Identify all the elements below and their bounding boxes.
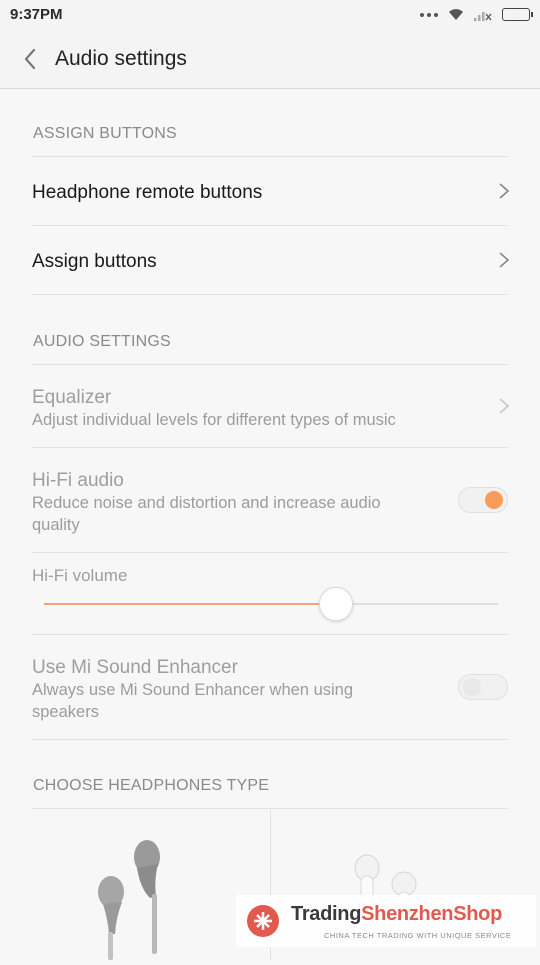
hifi-volume-label: Hi-Fi volume bbox=[32, 566, 128, 585]
status-time: 9:37PM bbox=[10, 6, 63, 23]
hifi-volume-item: Hi-Fi volume bbox=[0, 553, 540, 635]
hifi-audio-description: Reduce noise and distortion and increase… bbox=[32, 494, 381, 534]
brand-logo-icon bbox=[247, 905, 279, 937]
mi-sound-enhancer-label: Use Mi Sound Enhancer bbox=[32, 657, 238, 678]
battery-icon bbox=[502, 8, 533, 21]
brand-name-part2: ShenzhenShop bbox=[361, 903, 502, 925]
divider bbox=[32, 808, 508, 809]
assign-buttons-item[interactable]: Assign buttons bbox=[0, 226, 540, 294]
divider bbox=[32, 294, 508, 295]
hifi-volume-slider[interactable] bbox=[44, 587, 498, 621]
brand-name-part1: Trading bbox=[291, 903, 362, 925]
chevron-right-icon bbox=[499, 183, 510, 199]
hifi-audio-toggle[interactable] bbox=[458, 487, 508, 513]
slider-thumb[interactable] bbox=[318, 587, 353, 621]
toggle-knob bbox=[485, 491, 503, 509]
slider-fill bbox=[44, 603, 335, 605]
headphone-remote-buttons-label: Headphone remote buttons bbox=[32, 182, 263, 203]
section-header-choose-headphones: CHOOSE HEADPHONES TYPE bbox=[33, 777, 270, 794]
status-icons bbox=[420, 8, 533, 21]
status-bar: 9:37PM bbox=[0, 0, 540, 30]
chevron-right-icon bbox=[499, 252, 510, 268]
headphone-remote-buttons-item[interactable]: Headphone remote buttons bbox=[0, 157, 540, 225]
toggle-knob bbox=[463, 678, 481, 696]
page-title: Audio settings bbox=[55, 47, 187, 70]
chevron-right-icon bbox=[499, 398, 510, 414]
hifi-audio-item: Hi-Fi audio Reduce noise and distortion … bbox=[0, 448, 540, 552]
app-bar: Audio settings bbox=[0, 30, 540, 89]
equalizer-label: Equalizer bbox=[32, 387, 112, 408]
back-button[interactable] bbox=[18, 44, 46, 74]
brand-tagline: CHINA TECH TRADING WITH UNIQUE SERVICE bbox=[324, 931, 512, 940]
more-dots-icon bbox=[420, 12, 438, 17]
equalizer-item[interactable]: Equalizer Adjust individual levels for d… bbox=[0, 365, 540, 447]
equalizer-description: Adjust individual levels for different t… bbox=[32, 411, 396, 429]
signal-icon bbox=[474, 11, 492, 21]
section-header-assign-buttons: ASSIGN BUTTONS bbox=[33, 125, 177, 142]
brand-name: TradingShenzhenShop bbox=[291, 903, 502, 926]
headphone-type-earbuds[interactable] bbox=[32, 810, 270, 960]
hifi-audio-label: Hi-Fi audio bbox=[32, 470, 124, 491]
chevron-left-icon bbox=[24, 48, 36, 70]
wifi-icon bbox=[449, 9, 463, 20]
mi-sound-enhancer-description: Always use Mi Sound Enhancer when using … bbox=[32, 681, 354, 721]
mi-sound-enhancer-item: Use Mi Sound Enhancer Always use Mi Soun… bbox=[0, 635, 540, 739]
earbuds-icon bbox=[98, 840, 160, 960]
section-header-audio-settings: AUDIO SETTINGS bbox=[33, 333, 171, 350]
assign-buttons-label: Assign buttons bbox=[32, 251, 157, 272]
watermark: TradingShenzhenShop CHINA TECH TRADING W… bbox=[236, 895, 536, 947]
divider bbox=[32, 739, 508, 740]
mi-sound-enhancer-toggle[interactable] bbox=[458, 674, 508, 700]
